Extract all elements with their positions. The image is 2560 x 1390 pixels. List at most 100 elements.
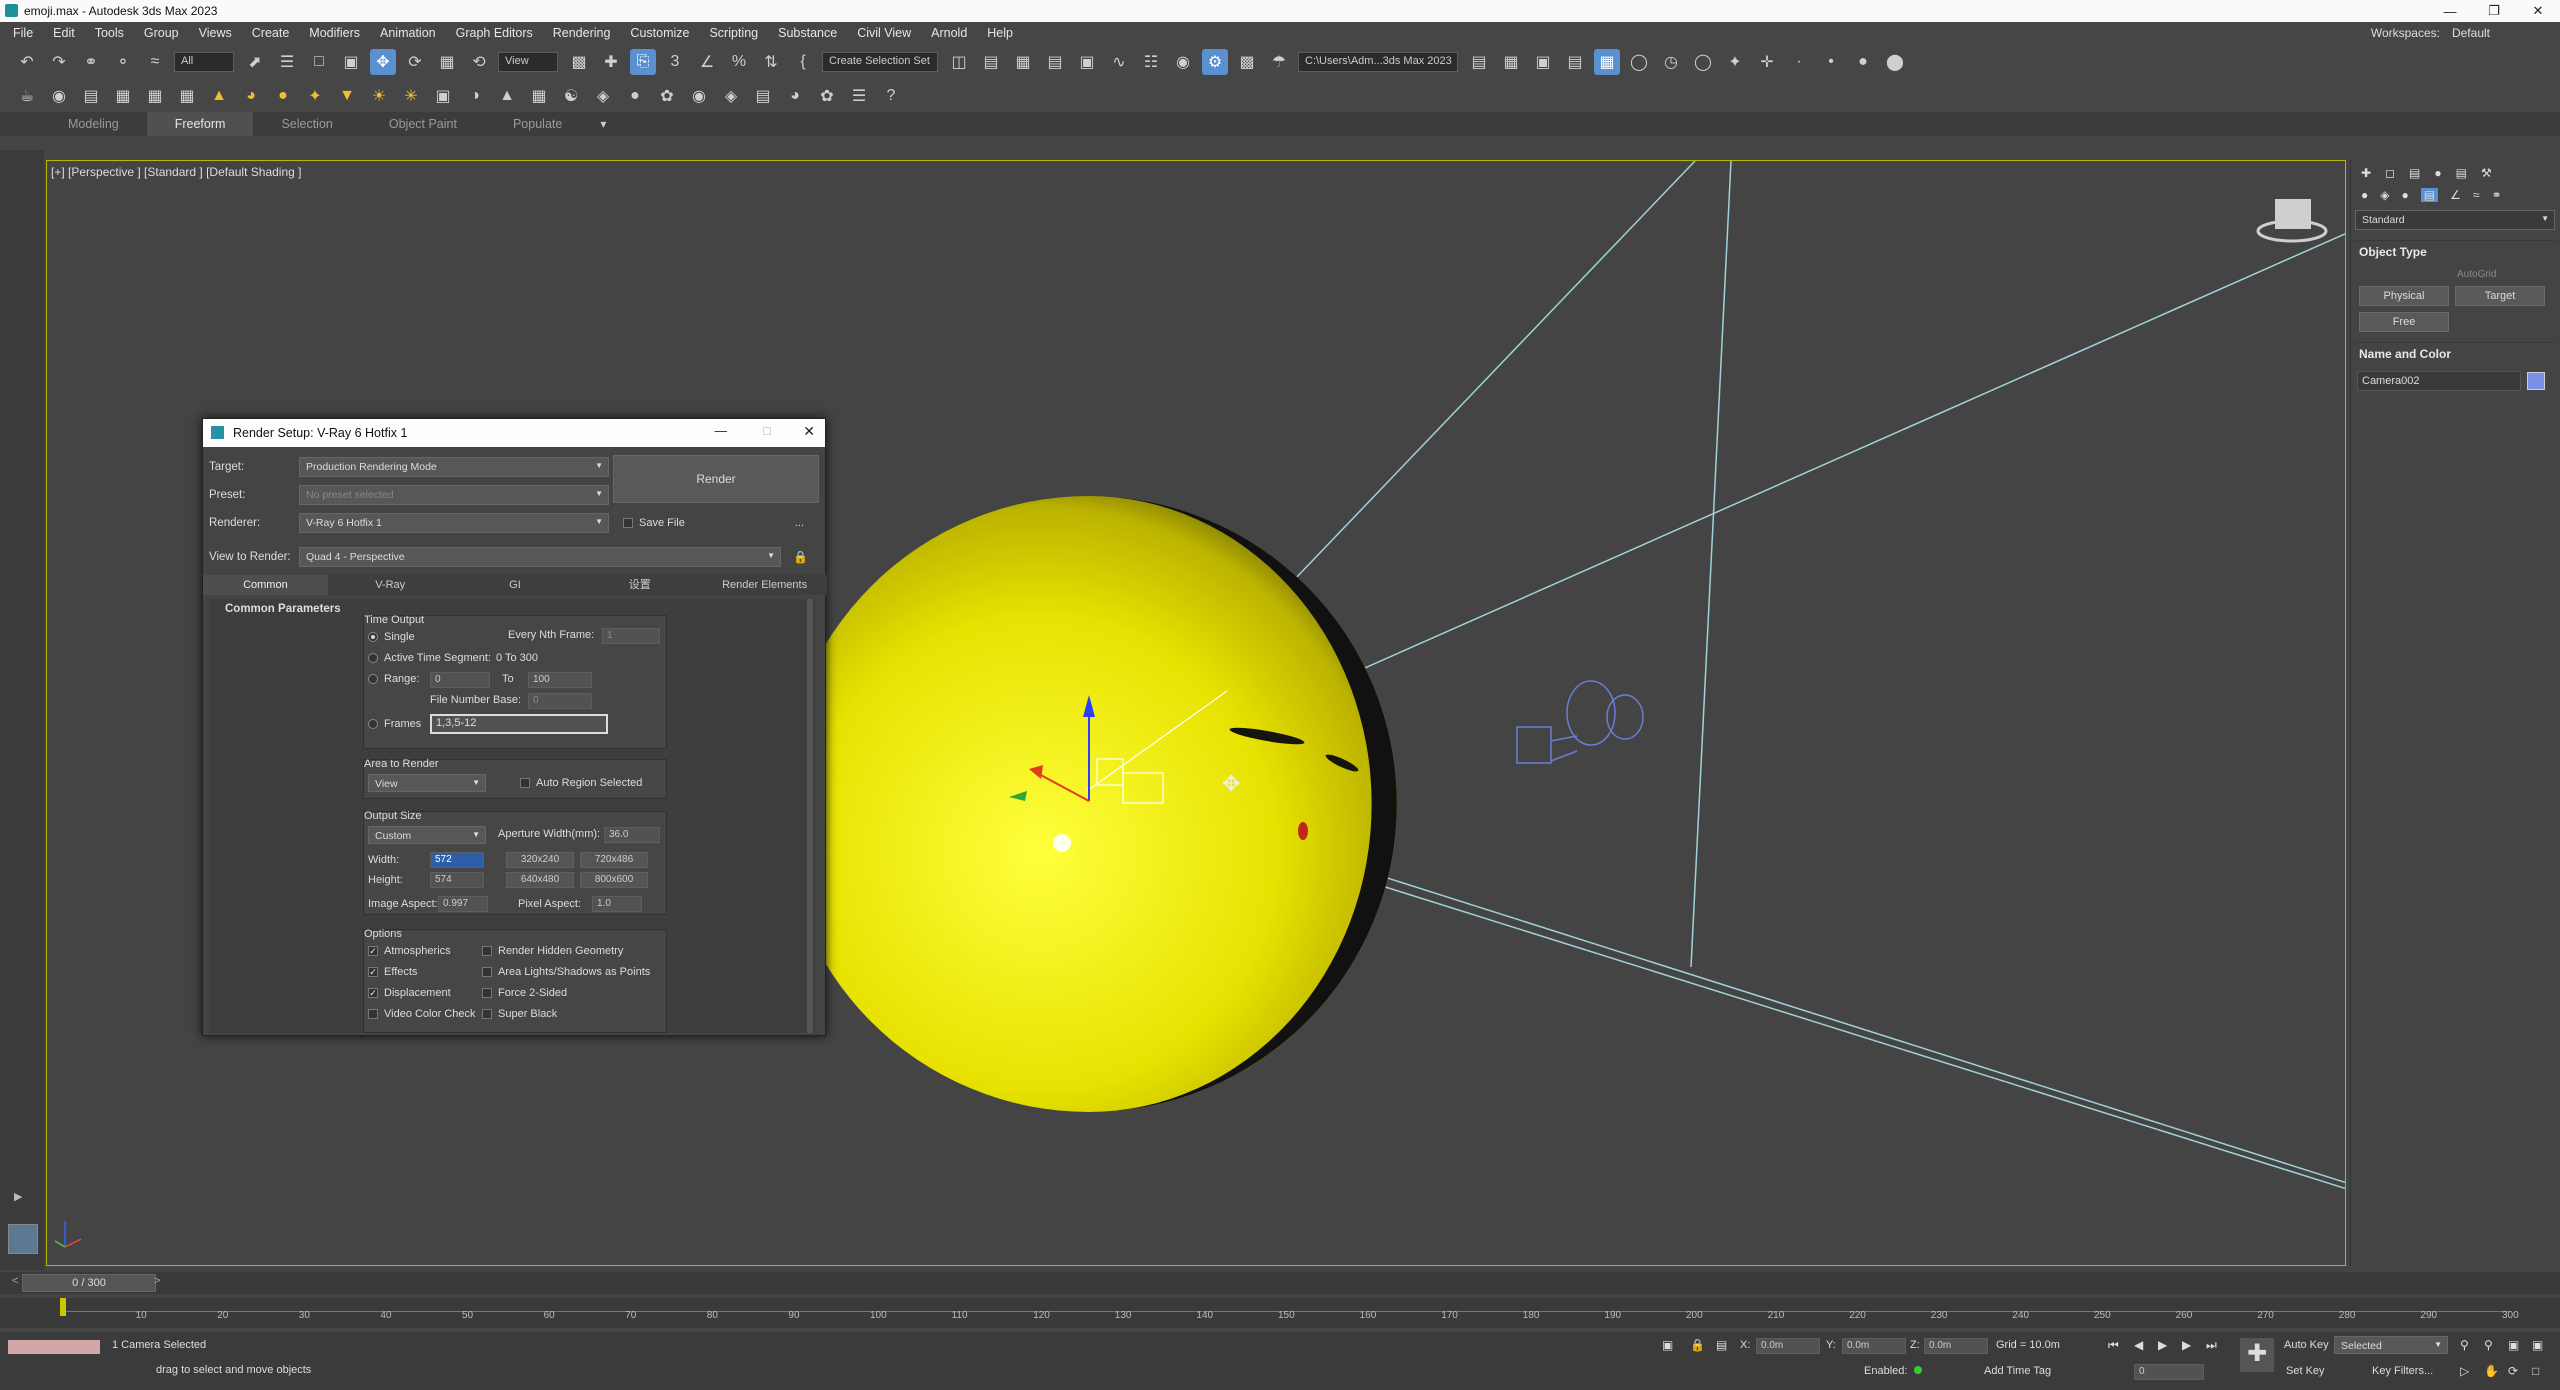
geometry-icon[interactable]: ● [2361, 188, 2368, 202]
dome-light-icon[interactable]: ◕ [238, 83, 264, 109]
tab-selection[interactable]: Selection [253, 117, 360, 131]
menu-views[interactable]: Views [192, 26, 245, 40]
play-icon[interactable]: ▶ [2158, 1338, 2167, 1352]
tab-freeform[interactable]: Freeform [146, 112, 254, 136]
maxscript-listener[interactable] [8, 1340, 100, 1354]
key-filters-button[interactable]: Key Filters... [2372, 1365, 2433, 1377]
time-slider-thumb[interactable]: 0 / 300 [22, 1274, 156, 1292]
hierarchy-tab-icon[interactable]: ▤ [2409, 166, 2420, 180]
physical-camera-button[interactable]: Physical [2359, 286, 2449, 306]
mesh-light-icon[interactable]: ✦ [302, 83, 328, 109]
add-time-tag-text[interactable]: Add Time Tag [1984, 1365, 2051, 1377]
pivot-center-icon[interactable]: ▩ [566, 49, 592, 75]
spinner-snap-icon[interactable]: ⇅ [758, 49, 784, 75]
select-rotate-icon[interactable]: ⟳ [402, 49, 428, 75]
menu-animation[interactable]: Animation [373, 26, 449, 40]
maximize-viewport-icon[interactable]: ▣ [2532, 1338, 2543, 1352]
set-key-mode-icon[interactable]: ✚ [2240, 1338, 2274, 1372]
redo-icon[interactable]: ↷ [46, 49, 72, 75]
ribbon-toggle-icon[interactable]: ▣ [1074, 49, 1100, 75]
preset-800x600-button[interactable]: 800x600 [580, 872, 648, 888]
material-editor-icon[interactable]: ◉ [1170, 49, 1196, 75]
edit-named-sets-icon[interactable]: { [790, 49, 816, 75]
expand-arrow-icon[interactable]: ▶ [14, 1190, 22, 1203]
dialog-maximize-button[interactable]: □ [763, 424, 771, 438]
render-production-icon[interactable]: ☂ [1266, 49, 1292, 75]
common-parameters-rollout[interactable]: Common Parameters [225, 603, 341, 615]
vray-color-icon[interactable]: ◈ [718, 83, 744, 109]
preset-dropdown[interactable]: No preset selected [299, 485, 609, 505]
dot-icon[interactable]: • [1818, 49, 1844, 75]
scene-explorer-icon[interactable]: ▦ [1010, 49, 1036, 75]
name-color-rollout[interactable]: Name and Color [2355, 342, 2556, 365]
dot-small-icon[interactable]: · [1786, 49, 1812, 75]
camera-icon[interactable]: ▤ [78, 83, 104, 109]
pan-view-icon[interactable]: ✋ [2484, 1364, 2499, 1378]
sphere-light-icon[interactable]: ● [270, 83, 296, 109]
menu-create[interactable]: Create [245, 26, 303, 40]
vray-frame-buffer-icon[interactable]: ▦ [1594, 49, 1620, 75]
z-coord-field[interactable]: 0.0m [1924, 1338, 1988, 1354]
box-icon[interactable]: ▣ [430, 83, 456, 109]
displacement-checkbox[interactable]: ✓ [368, 988, 378, 998]
range-start-spinner[interactable]: 0 [430, 672, 490, 688]
ies-light-icon[interactable]: ▼ [334, 83, 360, 109]
menu-customize[interactable]: Customize [623, 26, 702, 40]
dialog-title-bar[interactable]: Render Setup: V-Ray 6 Hotfix 1 — □ ✕ [203, 419, 825, 447]
helpers-icon[interactable]: ∠ [2450, 188, 2461, 202]
field-of-view-icon[interactable]: ▷ [2460, 1364, 2469, 1378]
material-ball-icon[interactable]: ● [622, 83, 648, 109]
select-scale-icon[interactable]: ▦ [434, 49, 460, 75]
lock-view-icon[interactable]: 🔒 [793, 550, 808, 564]
layer-icon[interactable]: ▤ [750, 83, 776, 109]
layer-explorer-icon[interactable]: ▤ [1042, 49, 1068, 75]
force-2-sided-checkbox[interactable] [482, 988, 492, 998]
vray-fur-icon[interactable]: ▦ [142, 83, 168, 109]
track-bar[interactable]: 10 20 30 40 50 60 70 80 90 100 110 120 130 140 150 160 1… [0, 1298, 2560, 1328]
super-black-checkbox[interactable] [482, 1009, 492, 1019]
menu-file[interactable]: File [6, 26, 46, 40]
goto-end-icon[interactable]: ⏭ [2206, 1338, 2217, 1353]
current-frame-spinner[interactable]: 0 [2134, 1364, 2204, 1380]
percent-snap-icon[interactable]: % [726, 49, 752, 75]
manipulate-icon[interactable]: ✚ [598, 49, 624, 75]
menu-rendering[interactable]: Rendering [546, 26, 624, 40]
menu-edit[interactable]: Edit [46, 26, 88, 40]
utilities-tab-icon[interactable]: ⚒ [2481, 166, 2492, 180]
orbit-icon[interactable]: ⟳ [2508, 1364, 2518, 1378]
crosshair-icon[interactable]: ✛ [1754, 49, 1780, 75]
object-color-swatch[interactable] [2527, 372, 2545, 390]
angle-snap-icon[interactable]: ∠ [694, 49, 720, 75]
cameras-icon[interactable]: ▤ [2420, 188, 2439, 202]
area-to-render-dropdown[interactable]: View [368, 774, 486, 792]
menu-civil-view[interactable]: Civil View [850, 26, 924, 40]
camera-category-dropdown[interactable]: Standard [2355, 210, 2555, 230]
object-name-field[interactable]: Camera002 [2357, 371, 2521, 391]
tab-vray[interactable]: V-Ray [327, 575, 453, 595]
shapes-icon[interactable]: ◈ [2380, 188, 2389, 202]
menu-group[interactable]: Group [137, 26, 192, 40]
rendered-frame-icon[interactable]: ▩ [1234, 49, 1260, 75]
time-slider[interactable]: < 0 / 300 > [0, 1272, 2560, 1294]
goto-start-icon[interactable]: ⏮ [2108, 1338, 2119, 1353]
panel-scrollbar[interactable] [807, 599, 813, 1033]
material-lib-icon[interactable]: ✿ [654, 83, 680, 109]
frames-radio[interactable] [368, 719, 378, 729]
frames-input[interactable]: 1,3,5-12 [430, 714, 608, 734]
camera-wireframe[interactable] [1516, 680, 1644, 764]
list-icon[interactable]: ☰ [846, 83, 872, 109]
menu-arnold[interactable]: Arnold [924, 26, 980, 40]
workspace-value[interactable]: Default [2452, 26, 2490, 40]
vray-interactive-icon[interactable]: ◯ [1690, 49, 1716, 75]
preset-640x480-button[interactable]: 640x480 [506, 872, 574, 888]
help-icon[interactable]: ? [878, 83, 904, 109]
viewport-layout-icon[interactable] [8, 1224, 38, 1254]
menu-help[interactable]: Help [980, 26, 1026, 40]
lights-icon[interactable]: ● [2401, 188, 2408, 202]
ghost-icon[interactable]: ◉ [46, 83, 72, 109]
image-aspect-spinner[interactable]: 0.997 [438, 896, 488, 912]
isolate-icon[interactable]: ▣ [1662, 1338, 1673, 1352]
height-spinner[interactable]: 574 [430, 872, 484, 888]
next-frame-icon[interactable]: ▶ [2182, 1338, 2191, 1352]
reference-coord-dropdown[interactable]: View [498, 52, 558, 72]
